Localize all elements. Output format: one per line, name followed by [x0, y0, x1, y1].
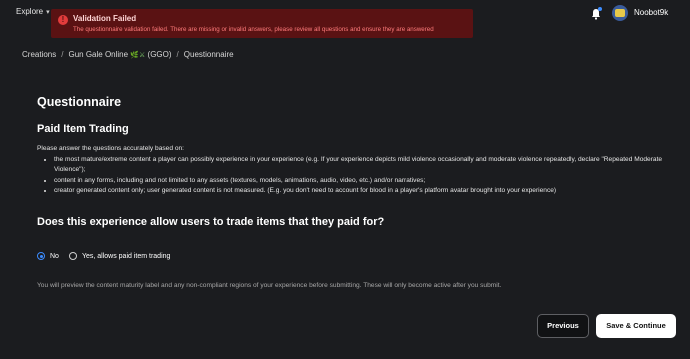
avatar-image: [615, 9, 625, 17]
notification-dot: [598, 7, 602, 11]
page-title: Questionnaire: [37, 95, 122, 109]
username[interactable]: Noobot9k: [634, 8, 668, 17]
instruction-bullet: content in any forms, including and not …: [54, 176, 677, 187]
previous-button[interactable]: Previous: [537, 314, 589, 338]
instructions-intro: Please answer the questions accurately b…: [37, 145, 184, 152]
breadcrumb-separator: /: [176, 50, 179, 59]
notification-bell-icon[interactable]: [591, 7, 602, 20]
breadcrumb: Creations / Gun Gale Online 🌿⚔ (GGO) / Q…: [22, 50, 234, 59]
breadcrumb-experience[interactable]: Gun Gale Online 🌿⚔ (GGO): [68, 50, 171, 59]
footnote: You will preview the content maturity la…: [37, 282, 502, 289]
error-icon: !: [58, 15, 68, 25]
experience-emoji-icon: 🌿⚔: [130, 52, 146, 59]
save-continue-button[interactable]: Save & Continue: [596, 314, 676, 338]
breadcrumb-experience-name[interactable]: Gun Gale Online: [68, 50, 128, 59]
breadcrumb-experience-tag[interactable]: (GGO): [148, 50, 172, 59]
avatar[interactable]: [612, 5, 628, 21]
instructions: Please answer the questions accurately b…: [37, 144, 677, 197]
validation-alert: ! Validation Failed The questionnaire va…: [51, 9, 473, 38]
radio-yes[interactable]: [68, 252, 77, 260]
option-no[interactable]: No: [37, 252, 59, 260]
option-no-label[interactable]: No: [50, 253, 59, 260]
section-title: Paid Item Trading: [37, 123, 129, 135]
radio-no[interactable]: [37, 252, 45, 260]
alert-message: The questionnaire validation failed. The…: [73, 26, 434, 33]
explore-menu[interactable]: Explore ▾: [16, 7, 50, 16]
alert-title: Validation Failed: [73, 14, 137, 23]
question-text: Does this experience allow users to trad…: [37, 216, 385, 228]
instruction-bullet: creator generated content only; user gen…: [54, 186, 677, 197]
chevron-down-icon[interactable]: ▾: [46, 8, 50, 16]
answer-options: No Yes, allows paid item trading: [37, 252, 170, 260]
breadcrumb-separator: /: [61, 50, 64, 59]
instruction-bullet: the most mature/extreme content a player…: [54, 155, 677, 176]
breadcrumb-questionnaire: Questionnaire: [183, 50, 234, 59]
explore-label[interactable]: Explore: [16, 7, 43, 16]
option-yes[interactable]: Yes, allows paid item trading: [68, 252, 170, 260]
option-yes-label[interactable]: Yes, allows paid item trading: [82, 253, 170, 260]
instructions-list: the most mature/extreme content a player…: [54, 155, 677, 197]
breadcrumb-creations[interactable]: Creations: [22, 50, 56, 59]
